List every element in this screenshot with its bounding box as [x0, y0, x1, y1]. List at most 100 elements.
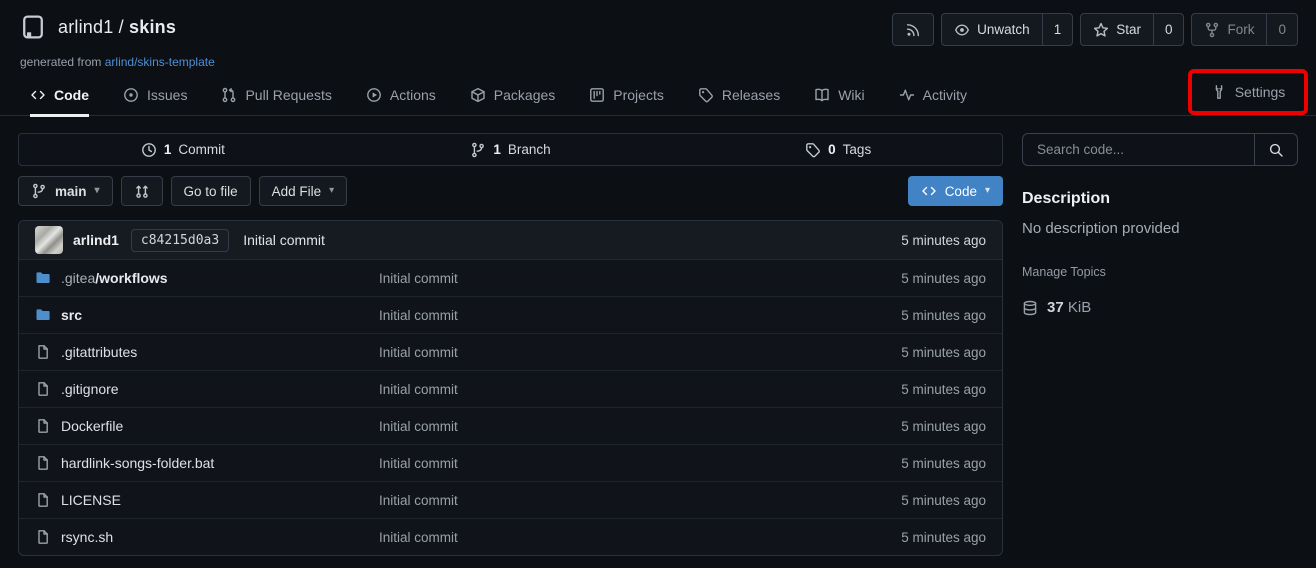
file-commit-message[interactable]: Initial commit: [379, 382, 458, 397]
repo-stats-bar: 1Commit 1Branch 0Tags: [18, 133, 1003, 166]
star-label: Star: [1116, 22, 1141, 37]
repo-name-link[interactable]: skins: [129, 17, 176, 37]
code-icon: [921, 183, 937, 199]
file-icon: [35, 381, 51, 397]
tab-releases[interactable]: Releases: [698, 78, 780, 117]
fork-icon: [1204, 22, 1220, 38]
file-row: rsync.sh Initial commit 5 minutes ago: [19, 519, 1002, 555]
code-download-button[interactable]: Code ▾: [908, 176, 1003, 206]
file-commit-message[interactable]: Initial commit: [379, 345, 458, 360]
file-commit-time: 5 minutes ago: [901, 456, 986, 471]
fork-count[interactable]: 0: [1266, 14, 1297, 45]
file-commit-time: 5 minutes ago: [901, 271, 986, 286]
repo-tab-bar: Code Issues Pull Requests Actions Pa: [0, 78, 1316, 116]
branch-icon: [31, 183, 47, 199]
chevron-down-icon: ▾: [985, 186, 990, 196]
branches-stat[interactable]: 1Branch: [347, 134, 675, 165]
avatar[interactable]: [35, 226, 63, 254]
file-link[interactable]: src: [35, 307, 379, 323]
watch-count[interactable]: 1: [1042, 14, 1073, 45]
tags-stat[interactable]: 0Tags: [674, 134, 1002, 165]
tab-pull-requests[interactable]: Pull Requests: [221, 78, 331, 117]
repo-header: arlind1 / skins: [20, 14, 176, 40]
compare-button[interactable]: [121, 176, 163, 206]
file-commit-time: 5 minutes ago: [901, 308, 986, 323]
code-icon: [30, 87, 46, 103]
chevron-down-icon: ▾: [329, 186, 334, 196]
folder-icon: [35, 307, 51, 323]
project-board-icon: [589, 87, 605, 103]
file-commit-message[interactable]: Initial commit: [379, 456, 458, 471]
file-commit-time: 5 minutes ago: [901, 419, 986, 434]
file-commit-message[interactable]: Initial commit: [379, 419, 458, 434]
file-link[interactable]: .gitignore: [35, 381, 379, 397]
fork-label: Fork: [1227, 22, 1254, 37]
repo-main-column: 1Commit 1Branch 0Tags main ▾: [18, 133, 1003, 556]
star-button[interactable]: Star 0: [1080, 13, 1184, 46]
repo-sidebar: Description No description provided Mana…: [1022, 133, 1298, 316]
pull-request-icon: [221, 87, 237, 103]
file-row: src Initial commit 5 minutes ago: [19, 297, 1002, 334]
file-commit-message[interactable]: Initial commit: [379, 530, 458, 545]
file-link[interactable]: hardlink-songs-folder.bat: [35, 455, 379, 471]
file-icon: [35, 418, 51, 434]
clock-icon: [141, 142, 157, 158]
file-commit-time: 5 minutes ago: [901, 530, 986, 545]
rss-button[interactable]: [892, 13, 934, 46]
folder-icon: [35, 270, 51, 286]
file-commit-message[interactable]: Initial commit: [379, 493, 458, 508]
chevron-down-icon: ▾: [95, 186, 100, 196]
tab-actions[interactable]: Actions: [366, 78, 436, 117]
file-link[interactable]: LICENSE: [35, 492, 379, 508]
commit-message[interactable]: Initial commit: [243, 232, 325, 248]
eye-icon: [954, 22, 970, 38]
commit-hash[interactable]: c84215d0a3: [131, 229, 229, 252]
file-commit-message[interactable]: Initial commit: [379, 308, 458, 323]
pulse-icon: [899, 87, 915, 103]
code-search-box: [1022, 133, 1298, 166]
tab-settings[interactable]: Settings: [1211, 84, 1286, 100]
branch-icon: [470, 142, 486, 158]
tab-issues[interactable]: Issues: [123, 78, 187, 117]
generated-from-line: generated from arlind/skins-template: [20, 55, 215, 69]
file-link[interactable]: .gitea/workflows: [35, 270, 379, 286]
star-count[interactable]: 0: [1153, 14, 1184, 45]
watch-button[interactable]: Unwatch 1: [941, 13, 1073, 46]
issue-icon: [123, 87, 139, 103]
commit-time: 5 minutes ago: [901, 233, 986, 248]
repo-icon: [20, 14, 46, 40]
file-icon: [35, 455, 51, 471]
tab-packages[interactable]: Packages: [470, 78, 555, 117]
repo-owner-link[interactable]: arlind1: [58, 17, 113, 37]
watch-label: Unwatch: [977, 22, 1030, 37]
template-repo-link[interactable]: arlind/skins-template: [105, 55, 215, 69]
add-file-button[interactable]: Add File ▾: [259, 176, 348, 206]
star-icon: [1093, 22, 1109, 38]
search-icon: [1268, 142, 1284, 158]
tag-icon: [698, 87, 714, 103]
latest-commit-row: arlind1 c84215d0a3 Initial commit 5 minu…: [19, 221, 1002, 260]
go-to-file-button[interactable]: Go to file: [171, 176, 251, 206]
search-input[interactable]: [1023, 134, 1254, 165]
search-button[interactable]: [1254, 134, 1297, 165]
tab-projects[interactable]: Projects: [589, 78, 664, 117]
tab-wiki[interactable]: Wiki: [814, 78, 864, 117]
file-commit-time: 5 minutes ago: [901, 345, 986, 360]
description-text: No description provided: [1022, 220, 1298, 237]
tab-code[interactable]: Code: [30, 78, 89, 117]
commit-author[interactable]: arlind1: [73, 232, 119, 248]
description-heading: Description: [1022, 190, 1298, 208]
file-commit-time: 5 minutes ago: [901, 382, 986, 397]
commits-stat[interactable]: 1Commit: [19, 134, 347, 165]
fork-button[interactable]: Fork 0: [1191, 13, 1298, 46]
file-link[interactable]: Dockerfile: [35, 418, 379, 434]
tab-activity[interactable]: Activity: [899, 78, 967, 117]
file-row: .gitea/workflows Initial commit 5 minute…: [19, 260, 1002, 297]
manage-topics-link[interactable]: Manage Topics: [1022, 265, 1298, 279]
file-link[interactable]: rsync.sh: [35, 529, 379, 545]
branch-selector[interactable]: main ▾: [18, 176, 113, 206]
code-toolbar: main ▾ Go to file Add File ▾ Code ▾: [18, 176, 1003, 206]
generated-from-label: generated from: [20, 55, 101, 69]
file-commit-message[interactable]: Initial commit: [379, 271, 458, 286]
file-link[interactable]: .gitattributes: [35, 344, 379, 360]
